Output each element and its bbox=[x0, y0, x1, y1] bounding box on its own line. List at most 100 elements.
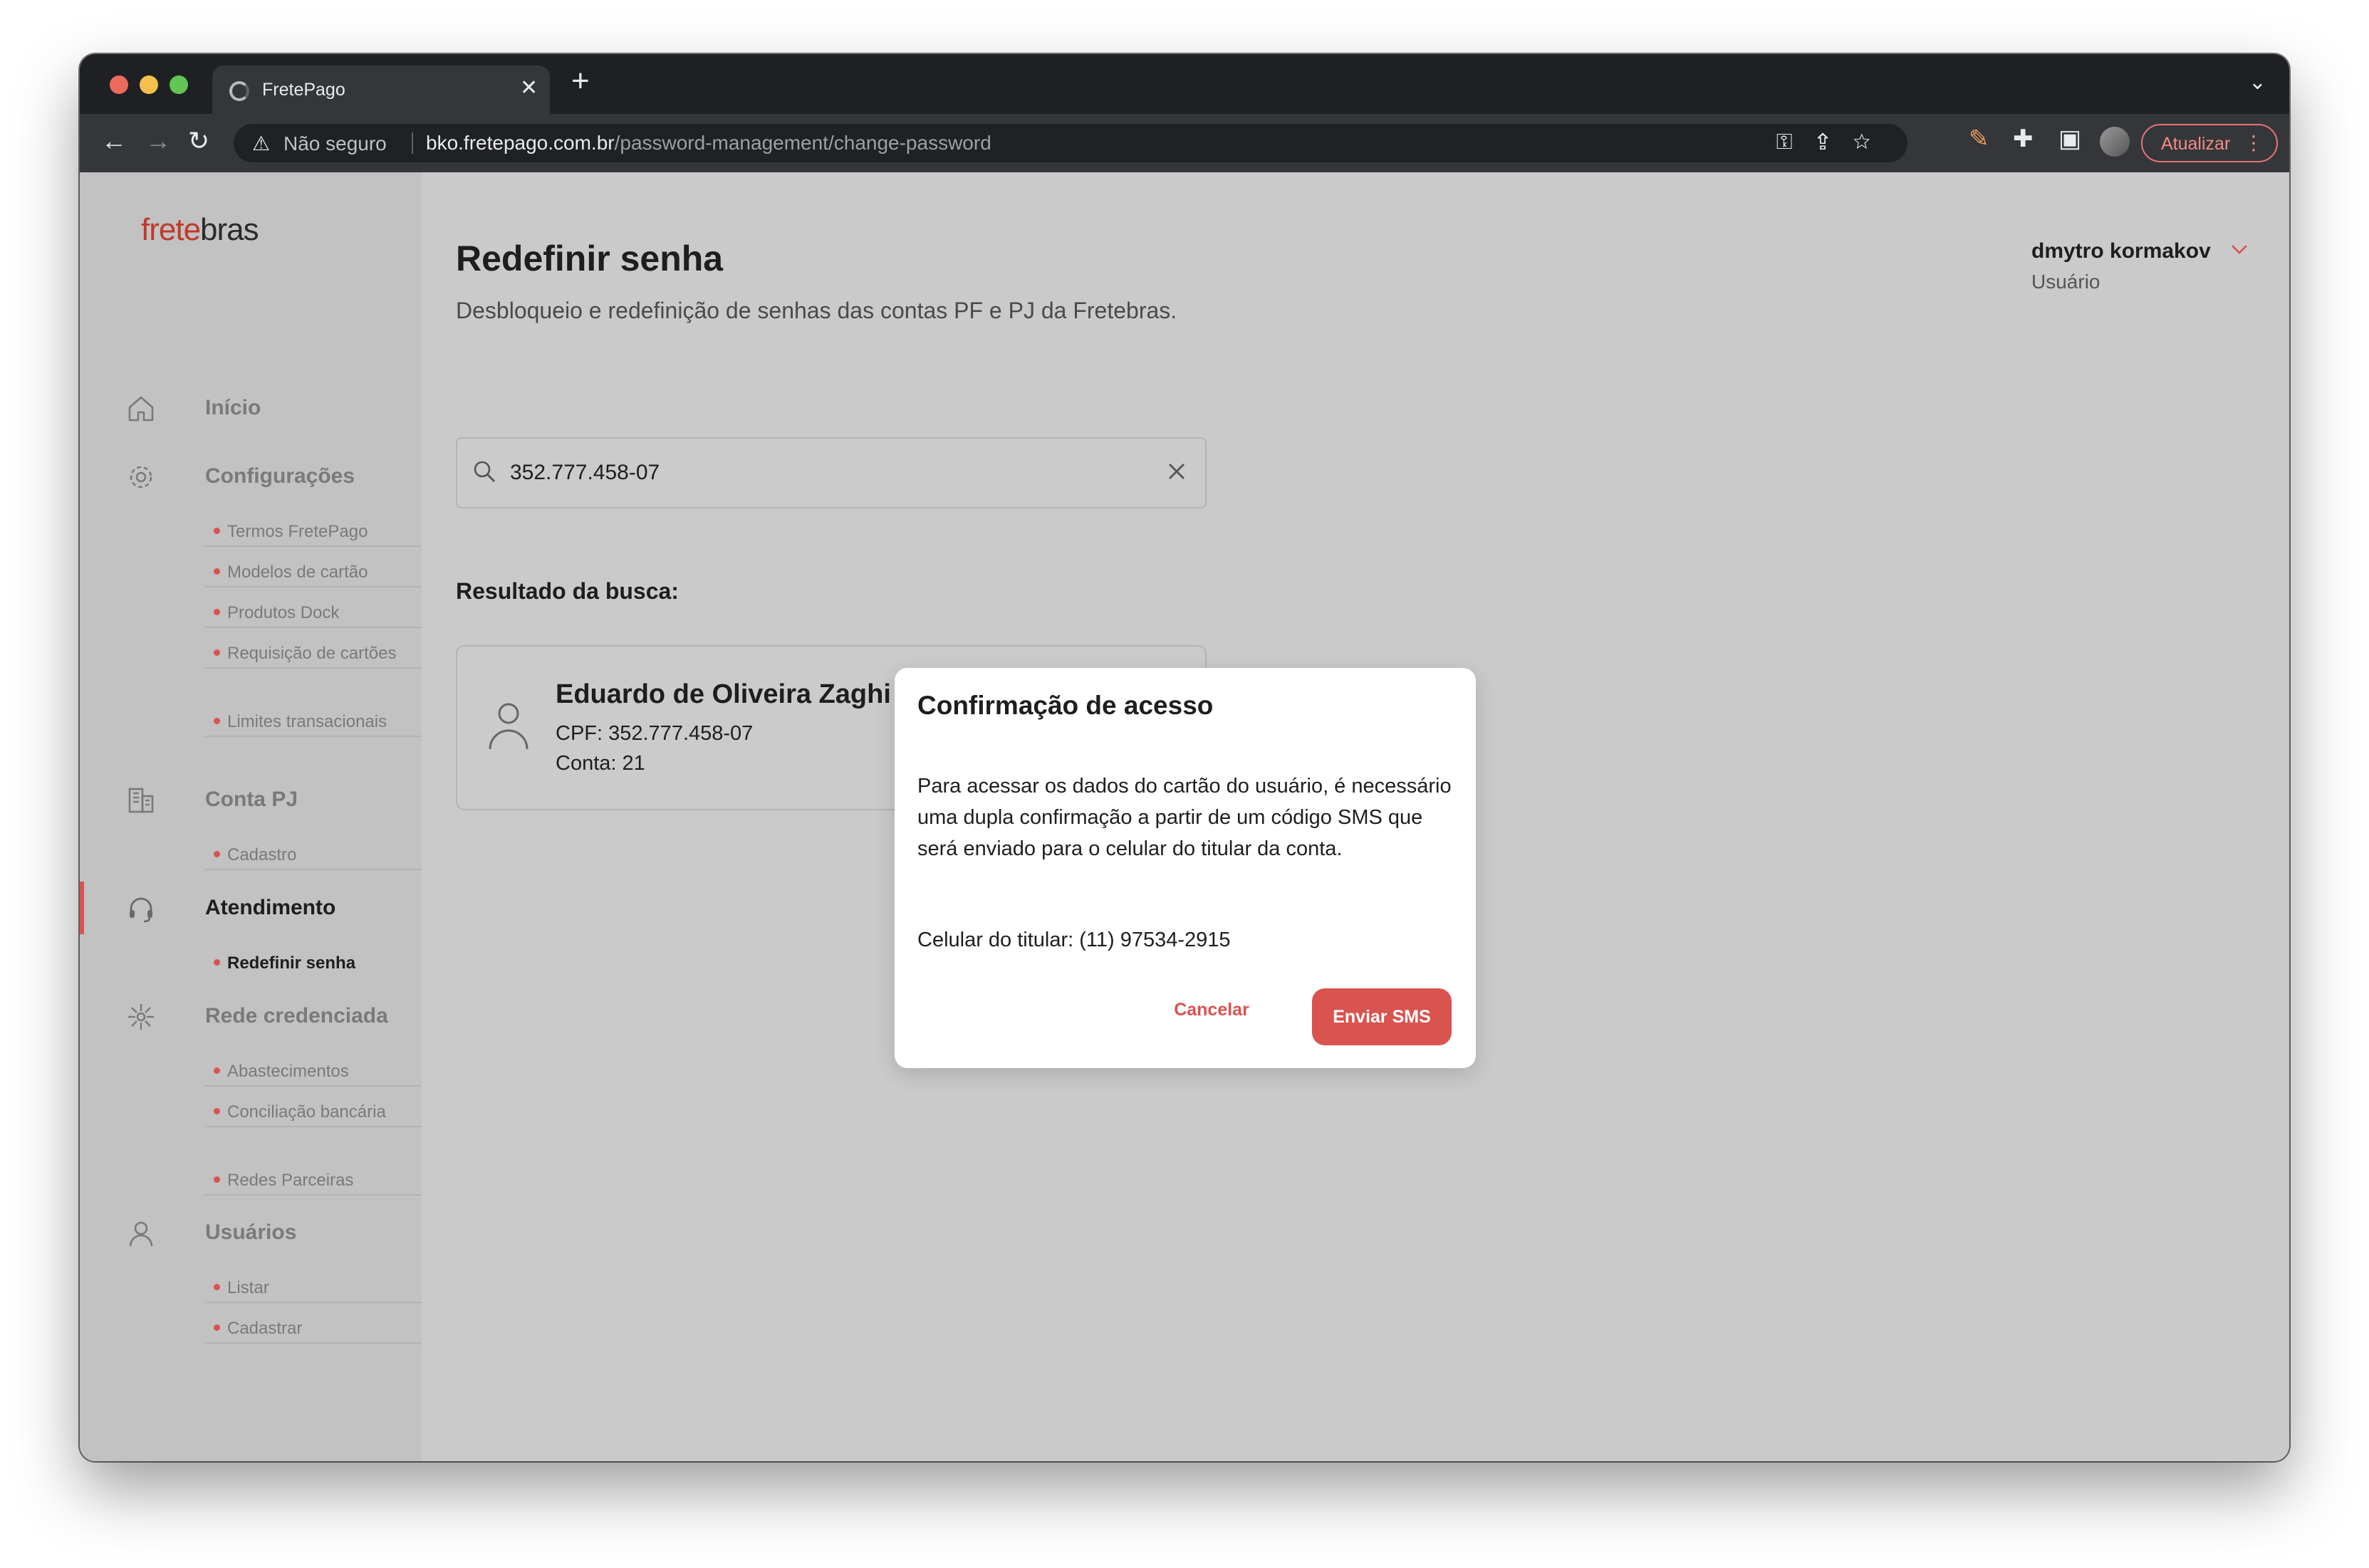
sidebar-item-conta-pj[interactable]: Conta PJ bbox=[80, 778, 422, 820]
bullet-dot bbox=[214, 568, 220, 575]
bullet-dot bbox=[214, 1108, 220, 1115]
reload-icon[interactable]: ↻ bbox=[188, 128, 209, 154]
sidebar-item-usuarios[interactable]: Usuários bbox=[80, 1211, 422, 1253]
warning-icon: ⚠ bbox=[252, 132, 271, 155]
subitem-label: Limites transacionais bbox=[227, 712, 387, 731]
url-host: bko.fretepago.com.br bbox=[426, 132, 615, 154]
puzzle-extension-icon[interactable]: ✚ bbox=[2013, 127, 2034, 151]
modal-body: Para acessar os dados do cartão do usuár… bbox=[917, 775, 1452, 860]
key-icon[interactable]: ⚿ bbox=[1776, 130, 1817, 154]
subitem-label: Modelos de cartão bbox=[227, 563, 368, 582]
sidebar-subitem-abastecimentos[interactable]: Abastecimentos bbox=[205, 1058, 422, 1087]
sidebar-subitem-limites[interactable]: Limites transacionais bbox=[205, 709, 422, 737]
user-name[interactable]: dmytro kormakov bbox=[2031, 239, 2211, 263]
sidebar-item-label: Configurações bbox=[205, 464, 355, 488]
bullet-dot bbox=[214, 528, 220, 535]
sidebar-item-inicio[interactable]: Início bbox=[80, 386, 422, 429]
star-icon[interactable]: ☆ bbox=[1853, 130, 1895, 154]
url-text[interactable]: bko.fretepago.com.br/password-management… bbox=[426, 132, 991, 155]
close-icon[interactable] bbox=[1162, 457, 1191, 486]
subitem-label: Conciliação bancária bbox=[227, 1102, 386, 1122]
sidebar-subitem-requisicao[interactable]: Requisição de cartões bbox=[205, 640, 422, 669]
sidebar-item-label: Início bbox=[205, 396, 261, 419]
profile-avatar[interactable] bbox=[2100, 127, 2130, 157]
bullet-dot bbox=[214, 1067, 220, 1075]
home-icon bbox=[128, 396, 154, 422]
building-icon bbox=[128, 788, 154, 813]
forward-arrow-icon[interactable]: → bbox=[145, 128, 171, 154]
bullet-dot bbox=[214, 851, 220, 858]
result-name: Eduardo de Oliveira Zaghi bbox=[556, 679, 891, 709]
modal-phone: Celular do titular: (11) 97534-2915 bbox=[917, 929, 1231, 951]
browser-window: FretePago ✕ + ⌄ ← → ↻ ⚠ Não seguro bko.f… bbox=[80, 54, 2289, 1461]
sidebar-subitem-cadastrar[interactable]: Cadastrar bbox=[205, 1315, 422, 1344]
bullet-dot bbox=[214, 1284, 220, 1291]
tab-close-icon[interactable]: ✕ bbox=[520, 75, 538, 100]
send-sms-button[interactable]: Enviar SMS bbox=[1312, 988, 1452, 1045]
subitem-label: Cadastrar bbox=[227, 1319, 303, 1338]
update-button[interactable]: Atualizar ⋮ bbox=[2141, 124, 2278, 162]
fretebras-logo[interactable]: fretebras bbox=[141, 212, 259, 248]
result-account: Conta: 21 bbox=[556, 752, 645, 775]
sidebar-subitem-redes-parceiras[interactable]: Redes Parceiras bbox=[205, 1167, 422, 1196]
address-bar[interactable]: ⚠ Não seguro bko.fretepago.com.br/passwo… bbox=[234, 124, 1907, 162]
pencil-extension-icon[interactable]: ✎ bbox=[1969, 127, 1989, 151]
person-icon bbox=[489, 703, 529, 750]
sidebar-item-rede-credenciada[interactable]: Rede credenciada bbox=[80, 994, 422, 1037]
sidebar-subitem-cadastro[interactable]: Cadastro bbox=[205, 842, 422, 870]
bullet-dot bbox=[214, 718, 220, 725]
sidebar-item-label: Rede credenciada bbox=[205, 1004, 388, 1028]
sidepanel-icon[interactable]: ▣ bbox=[2058, 127, 2081, 151]
page-subtitle: Desbloqueio e redefinição de senhas das … bbox=[456, 298, 1177, 323]
subitem-label: Cadastro bbox=[227, 845, 297, 864]
bullet-dot bbox=[214, 609, 220, 616]
access-confirmation-modal: Confirmação de acesso Para acessar os da… bbox=[895, 668, 1476, 1068]
search-input[interactable] bbox=[510, 454, 1137, 491]
tab-search-icon[interactable]: ⌄ bbox=[2249, 70, 2266, 95]
sidebar-subitem-termos[interactable]: Termos FretePago bbox=[205, 518, 422, 547]
browser-tab[interactable]: FretePago ✕ bbox=[212, 66, 550, 114]
sidebar-subitem-conciliacao[interactable]: Conciliação bancária bbox=[205, 1099, 422, 1127]
subitem-label: Produtos Dock bbox=[227, 603, 340, 622]
subitem-label: Redes Parceiras bbox=[227, 1171, 354, 1190]
search-box bbox=[456, 437, 1207, 508]
user-role: Usuário bbox=[2031, 271, 2100, 293]
share-icon[interactable]: ⇪ bbox=[1817, 130, 1853, 154]
sidebar: fretebras Início Configurações Termos Fr… bbox=[80, 172, 422, 1461]
sidebar-item-label: Usuários bbox=[205, 1221, 297, 1244]
bullet-dot bbox=[214, 649, 220, 657]
kebab-menu-icon: ⋮ bbox=[2244, 132, 2264, 154]
cancel-button[interactable]: Cancelar bbox=[1165, 988, 1258, 1031]
logo-part-bras: bras bbox=[200, 212, 259, 247]
sidebar-subitem-listar[interactable]: Listar bbox=[205, 1275, 422, 1303]
active-indicator bbox=[80, 882, 84, 934]
browser-toolbar: ← → ↻ ⚠ Não seguro bko.fretepago.com.br/… bbox=[80, 114, 2289, 172]
chevron-down-icon[interactable] bbox=[2229, 239, 2249, 259]
sidebar-item-configuracoes[interactable]: Configurações bbox=[80, 454, 422, 497]
security-label[interactable]: Não seguro bbox=[283, 132, 387, 155]
tab-title: FretePago bbox=[262, 80, 345, 100]
sidebar-item-label: Conta PJ bbox=[205, 788, 298, 811]
sidebar-subitem-redefinir-senha[interactable]: Redefinir senha bbox=[205, 950, 422, 977]
results-heading: Resultado da busca: bbox=[456, 578, 679, 604]
sidebar-subitem-produtos[interactable]: Produtos Dock bbox=[205, 600, 422, 628]
tab-strip: FretePago ✕ + ⌄ bbox=[80, 54, 2289, 114]
sidebar-subitem-modelos[interactable]: Modelos de cartão bbox=[205, 559, 422, 587]
maximize-window-button[interactable] bbox=[170, 75, 188, 94]
back-arrow-icon[interactable]: ← bbox=[101, 128, 127, 154]
page: fretebras Início Configurações Termos Fr… bbox=[80, 172, 2289, 1461]
subitem-label: Redefinir senha bbox=[227, 953, 356, 973]
sidebar-item-atendimento[interactable]: Atendimento bbox=[80, 882, 422, 934]
url-path: /password-management/change-password bbox=[614, 132, 991, 154]
logo-part-frete: frete bbox=[141, 212, 201, 247]
headset-icon bbox=[130, 897, 152, 923]
result-cpf: CPF: 352.777.458-07 bbox=[556, 722, 754, 745]
subitem-label: Abastecimentos bbox=[227, 1062, 349, 1081]
new-tab-button[interactable]: + bbox=[571, 66, 590, 97]
close-window-button[interactable] bbox=[110, 75, 128, 94]
bullet-dot bbox=[214, 1176, 220, 1183]
subitem-label: Termos FretePago bbox=[227, 522, 368, 541]
gear-icon bbox=[130, 466, 152, 488]
sidebar-item-label: Atendimento bbox=[205, 896, 336, 919]
minimize-window-button[interactable] bbox=[140, 75, 158, 94]
